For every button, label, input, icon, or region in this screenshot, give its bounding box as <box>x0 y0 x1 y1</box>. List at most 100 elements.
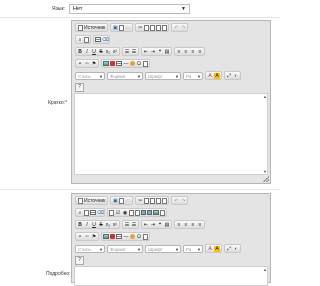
form-icon[interactable] <box>109 209 114 216</box>
show-blocks-icon[interactable]: ◐ <box>233 73 239 79</box>
indent-icon[interactable]: ⇥ <box>150 49 156 55</box>
div-icon[interactable]: ▤ <box>164 222 170 228</box>
subscript-icon[interactable]: x₂ <box>105 222 111 228</box>
superscript-icon[interactable]: x² <box>112 222 118 228</box>
bulleted-list-icon[interactable]: ☰ <box>131 49 137 55</box>
underline-icon[interactable]: U <box>91 222 97 228</box>
cut-icon[interactable]: ✂ <box>137 25 143 31</box>
maximize-icon[interactable]: ⤢ <box>226 246 232 252</box>
language-select[interactable]: Нет ▼ <box>69 4 190 14</box>
redo-icon[interactable]: ↷ <box>180 198 186 204</box>
bg-color-icon[interactable]: A <box>214 245 220 252</box>
table-icon[interactable] <box>116 234 122 239</box>
horizontal-line-icon[interactable]: — <box>123 61 129 67</box>
radio-icon[interactable]: ◉ <box>122 210 128 216</box>
italic-icon[interactable]: I <box>84 222 90 228</box>
maximize-icon[interactable]: ⤢ <box>226 73 232 79</box>
unlink-icon[interactable]: ⚮ <box>84 234 90 240</box>
outdent-icon[interactable]: ⇤ <box>143 49 149 55</box>
scroll-down-icon[interactable]: ▼ <box>263 169 267 174</box>
blockquote-icon[interactable]: ❝ <box>157 49 163 55</box>
bulleted-list-icon[interactable]: ☰ <box>131 222 137 228</box>
textfield-icon[interactable] <box>129 209 134 216</box>
redo-icon[interactable]: ↷ <box>180 25 186 31</box>
new-page-icon[interactable] <box>119 197 125 204</box>
style-dropdown[interactable]: Стиль ▼ <box>75 71 105 80</box>
align-right-icon[interactable]: ≡ <box>190 222 196 228</box>
special-char-icon[interactable]: Ω <box>136 61 142 67</box>
font-dropdown[interactable]: Шрифт ▼ <box>145 71 181 80</box>
bold-icon[interactable]: B <box>77 222 83 228</box>
blockquote-icon[interactable]: ❝ <box>157 222 163 228</box>
checkbox-icon[interactable]: ☑ <box>115 210 121 216</box>
align-right-icon[interactable]: ≡ <box>190 49 196 55</box>
underline-icon[interactable]: U <box>91 49 97 55</box>
indent-icon[interactable]: ⇥ <box>150 222 156 228</box>
save-icon[interactable]: ▣ <box>112 25 118 31</box>
replace-icon[interactable] <box>84 36 89 43</box>
find-icon[interactable]: ⌕ <box>77 210 83 216</box>
superscript-icon[interactable]: x² <box>112 49 118 55</box>
smiley-icon[interactable] <box>130 61 135 66</box>
cut-icon[interactable]: ✂ <box>137 198 143 204</box>
anchor-icon[interactable]: ⚑ <box>91 61 97 67</box>
outdent-icon[interactable]: ⇤ <box>143 222 149 228</box>
horizontal-line-icon[interactable]: — <box>123 234 129 240</box>
show-blocks-icon[interactable]: ◐ <box>233 246 239 252</box>
resize-handle[interactable] <box>263 176 269 182</box>
paste-icon[interactable] <box>150 197 156 204</box>
hidden-field-icon[interactable] <box>160 209 165 216</box>
smiley-icon[interactable] <box>130 234 135 239</box>
paste-icon[interactable] <box>150 24 156 31</box>
select-field-icon[interactable] <box>141 210 146 215</box>
copy-icon[interactable] <box>144 197 150 204</box>
save-icon[interactable]: ▣ <box>112 198 118 204</box>
format-dropdown[interactable]: Формат ▼ <box>107 71 143 80</box>
italic-icon[interactable]: I <box>84 49 90 55</box>
editor-content-area[interactable]: ▲ <box>74 266 268 286</box>
preview-icon[interactable]: ▭ <box>125 25 131 31</box>
link-icon[interactable]: ⚭ <box>77 234 83 240</box>
find-icon[interactable]: ⌕ <box>77 37 83 43</box>
select-all-icon[interactable] <box>95 37 101 42</box>
justify-icon[interactable]: ≡ <box>197 222 203 228</box>
numbered-list-icon[interactable]: ☰ <box>124 222 130 228</box>
paste-word-icon[interactable] <box>162 24 168 31</box>
style-dropdown[interactable]: Стиль ▼ <box>75 244 105 253</box>
preview-icon[interactable]: ▭ <box>125 198 131 204</box>
source-button[interactable]: Источник <box>77 24 106 31</box>
image-icon[interactable] <box>103 234 109 239</box>
editor-content-area[interactable]: ▲ ▼ <box>74 93 268 175</box>
text-color-icon[interactable]: A <box>207 246 213 252</box>
remove-format-icon[interactable]: ⌫ <box>97 210 104 216</box>
bold-icon[interactable]: B <box>77 49 83 55</box>
new-page-icon[interactable] <box>119 24 125 31</box>
image-button-icon[interactable] <box>153 210 159 215</box>
textarea-icon[interactable] <box>135 209 140 216</box>
select-all-icon[interactable] <box>90 210 96 215</box>
help-button[interactable]: ? <box>75 256 84 265</box>
size-dropdown[interactable]: Ра ▼ <box>183 71 203 80</box>
align-center-icon[interactable]: ≡ <box>183 222 189 228</box>
format-dropdown[interactable]: Формат ▼ <box>107 244 143 253</box>
bg-color-icon[interactable]: A <box>214 72 220 79</box>
subscript-icon[interactable]: x₂ <box>105 49 111 55</box>
copy-icon[interactable] <box>144 24 150 31</box>
numbered-list-icon[interactable]: ☰ <box>124 49 130 55</box>
iframe-icon[interactable] <box>143 233 148 240</box>
flash-icon[interactable] <box>110 234 115 239</box>
special-char-icon[interactable]: Ω <box>136 234 142 240</box>
anchor-icon[interactable]: ⚑ <box>91 234 97 240</box>
font-dropdown[interactable]: Шрифт ▼ <box>145 244 181 253</box>
size-dropdown[interactable]: Ра ▼ <box>183 244 203 253</box>
paste-word-icon[interactable] <box>162 197 168 204</box>
align-left-icon[interactable]: ≡ <box>176 49 182 55</box>
help-button[interactable]: ? <box>75 83 84 92</box>
unlink-icon[interactable]: ⚮ <box>84 61 90 67</box>
image-icon[interactable] <box>103 61 109 66</box>
remove-format-icon[interactable]: ⌫ <box>102 37 109 43</box>
align-center-icon[interactable]: ≡ <box>183 49 189 55</box>
div-icon[interactable]: ▤ <box>164 49 170 55</box>
button-field-icon[interactable] <box>147 210 152 215</box>
align-left-icon[interactable]: ≡ <box>176 222 182 228</box>
